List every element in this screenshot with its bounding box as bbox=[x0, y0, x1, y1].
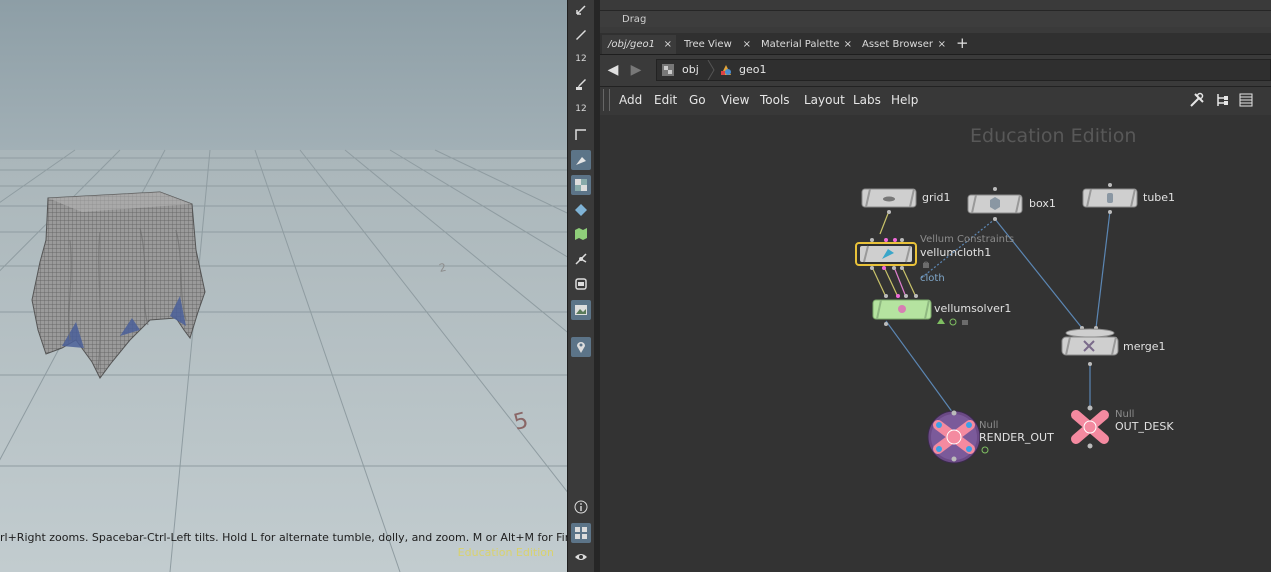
viewport-toolbar: 12 12 bbox=[567, 0, 595, 572]
eye-icon[interactable] bbox=[571, 547, 591, 567]
geo-node-icon bbox=[721, 65, 731, 75]
network-graph bbox=[855, 183, 1138, 464]
tab-label: /obj/geo1 bbox=[608, 39, 655, 50]
number-12-label: 12 bbox=[575, 54, 587, 64]
menu-view[interactable]: View bbox=[721, 93, 749, 107]
image-icon[interactable] bbox=[571, 300, 591, 320]
node-network-editor[interactable]: Education Edition grid1 box1 tube1 Vellu… bbox=[600, 115, 1271, 572]
node-label-tube1[interactable]: tube1 bbox=[1143, 191, 1175, 204]
node-type-render-out: Null bbox=[979, 420, 999, 431]
paint-brush-icon[interactable] bbox=[571, 74, 591, 94]
breadcrumb-obj[interactable]: obj bbox=[682, 60, 699, 80]
drag-label: Drag bbox=[622, 14, 647, 25]
viewport-education-watermark: Education Edition bbox=[457, 546, 554, 559]
menu-add[interactable]: Add bbox=[619, 93, 642, 107]
node-grid1 bbox=[861, 188, 917, 214]
node-label-grid1[interactable]: grid1 bbox=[922, 191, 951, 204]
close-icon[interactable]: × bbox=[938, 35, 946, 54]
node-label-box1[interactable]: box1 bbox=[1029, 197, 1056, 210]
tab-label: Tree View bbox=[684, 39, 732, 50]
number-12-alt-label: 12 bbox=[575, 104, 587, 114]
scene-viewport[interactable]: 5 2 rl+Right zooms. Spacebar-Ctrl-Left t… bbox=[0, 0, 567, 572]
wire-solver-to-render bbox=[885, 320, 954, 414]
network-pane: Drag /obj/geo1 × Tree View × Material Pa… bbox=[600, 0, 1271, 572]
square-icon[interactable] bbox=[571, 274, 591, 294]
layout-grid-icon[interactable] bbox=[571, 523, 591, 543]
close-icon[interactable]: × bbox=[844, 35, 852, 54]
forward-arrow-icon[interactable]: ▶ bbox=[627, 61, 645, 79]
menu-layout[interactable]: Layout bbox=[804, 93, 845, 107]
select-arrow-icon[interactable] bbox=[571, 0, 591, 20]
network-menubar: Add Edit Go View Tools Layout Labs Help bbox=[600, 86, 1271, 116]
breadcrumb-separator bbox=[707, 60, 715, 80]
corner-icon[interactable] bbox=[571, 124, 591, 144]
wire-cloth-to-solver-1 bbox=[871, 266, 887, 298]
wire-tube-to-merge bbox=[1095, 210, 1111, 329]
map-icon[interactable] bbox=[571, 224, 591, 244]
tab-obj-geo1[interactable]: /obj/geo1 × bbox=[602, 35, 676, 54]
menu-go[interactable]: Go bbox=[689, 93, 706, 107]
node-label-render-out[interactable]: RENDER_OUT bbox=[979, 431, 1054, 444]
node-link-cloth: cloth bbox=[920, 273, 945, 284]
node-label-vellumcloth1[interactable]: vellumcloth1 bbox=[920, 246, 991, 259]
obj-network-icon bbox=[662, 64, 674, 76]
node-out-desk bbox=[1071, 405, 1109, 449]
menu-help[interactable]: Help bbox=[891, 93, 918, 107]
pane-tabs: /obj/geo1 × Tree View × Material Palette… bbox=[600, 33, 1271, 55]
pin-icon[interactable] bbox=[571, 337, 591, 357]
tab-material-palette[interactable]: Material Palette × bbox=[755, 35, 856, 54]
pen-icon[interactable] bbox=[571, 150, 591, 170]
number-12-icon[interactable]: 12 bbox=[571, 49, 591, 69]
node-tube1 bbox=[1082, 183, 1138, 214]
node-label-vellumsolver1[interactable]: vellumsolver1 bbox=[934, 302, 1011, 315]
menu-tools[interactable]: Tools bbox=[760, 93, 790, 107]
menu-labs[interactable]: Labs bbox=[853, 93, 881, 107]
menubar-grip[interactable] bbox=[603, 89, 610, 111]
node-merge1 bbox=[1061, 326, 1119, 366]
tree-layout-icon[interactable] bbox=[1213, 92, 1231, 110]
back-arrow-icon[interactable]: ◀ bbox=[604, 61, 622, 79]
pick-brush-icon[interactable] bbox=[571, 24, 591, 44]
tab-asset-browser[interactable]: Asset Browser × bbox=[856, 35, 950, 54]
node-box1 bbox=[967, 187, 1023, 221]
viewport-scene: 5 2 bbox=[0, 149, 567, 572]
viewport-status-text: rl+Right zooms. Spacebar-Ctrl-Left tilts… bbox=[0, 531, 567, 544]
close-icon[interactable]: × bbox=[664, 35, 672, 54]
path-bar: ◀ ▶ obj geo1 bbox=[600, 56, 1271, 84]
drag-bar[interactable]: Drag bbox=[600, 10, 1271, 27]
node-type-out-desk: Null bbox=[1115, 409, 1135, 420]
node-label-out-desk[interactable]: OUT_DESK bbox=[1115, 420, 1174, 433]
tab-label: Material Palette bbox=[761, 39, 840, 50]
number-12-alt-icon[interactable]: 12 bbox=[571, 99, 591, 119]
wrench-tools-icon[interactable] bbox=[1188, 92, 1206, 110]
diamond-icon[interactable] bbox=[571, 200, 591, 220]
tab-label: Asset Browser bbox=[862, 39, 934, 50]
node-vellumcloth1 bbox=[855, 238, 929, 270]
checker-icon[interactable] bbox=[571, 175, 591, 195]
list-view-icon[interactable] bbox=[1237, 92, 1255, 110]
snap-icon[interactable] bbox=[571, 249, 591, 269]
menu-edit[interactable]: Edit bbox=[654, 93, 677, 107]
breadcrumb: obj geo1 bbox=[656, 59, 1271, 81]
add-tab-button[interactable]: + bbox=[956, 34, 969, 52]
info-icon[interactable] bbox=[571, 497, 591, 517]
node-subtitle-vellumcloth1: Vellum Constraints bbox=[920, 234, 1015, 245]
close-icon[interactable]: × bbox=[743, 35, 751, 54]
wire-grid-to-cloth bbox=[879, 210, 890, 235]
breadcrumb-geo1[interactable]: geo1 bbox=[739, 60, 766, 80]
node-label-merge1[interactable]: merge1 bbox=[1123, 340, 1166, 353]
tab-tree-view[interactable]: Tree View × bbox=[678, 35, 755, 54]
